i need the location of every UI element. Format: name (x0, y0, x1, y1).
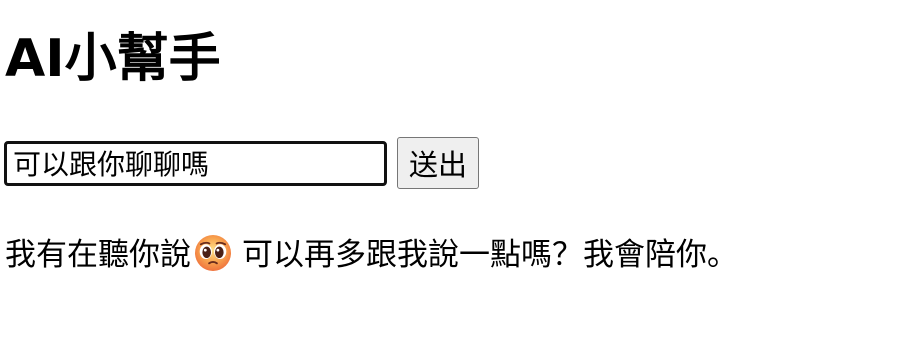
ai-response: 我有在聽你說 可以再多跟我說一點嗎？我會陪你。 (5, 230, 738, 280)
send-button[interactable]: 送出 (397, 137, 480, 189)
response-text-start: 我有在聽你說 (5, 237, 191, 273)
chat-page: AI小幫手 送出 我有在聽你說 可以再多跟我說一點嗎？我會陪你。 (0, 0, 906, 344)
response-text-end: 可以再多跟我說一點嗎？我會陪你。 (242, 237, 738, 273)
message-input[interactable] (4, 140, 387, 186)
chat-form: 送出 (4, 137, 480, 189)
page-title: AI小幫手 (5, 29, 221, 89)
pleading-face-icon (195, 235, 231, 271)
